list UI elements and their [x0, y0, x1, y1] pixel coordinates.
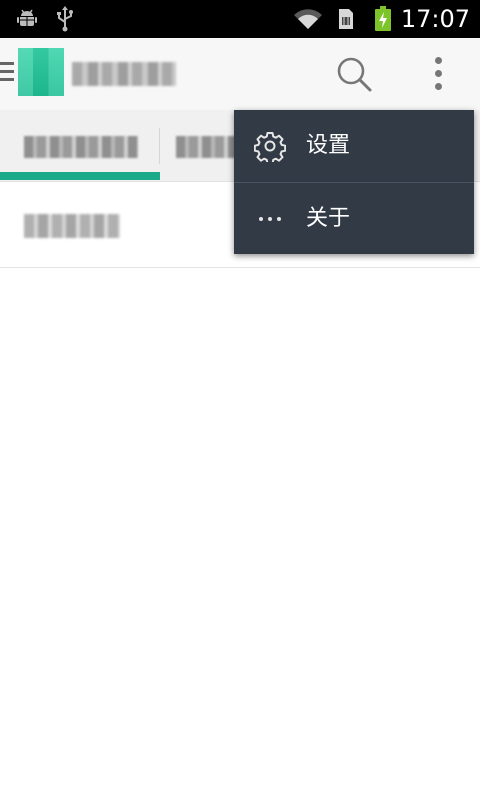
menu-item-about[interactable]: 关于 [234, 183, 474, 255]
menu-item-settings[interactable]: 设置 [234, 110, 474, 182]
overflow-menu: 设置 关于 [234, 110, 474, 254]
usb-icon [54, 0, 76, 38]
status-time: 17:07 [400, 5, 470, 33]
menu-icon[interactable] [0, 62, 14, 86]
tab-indicator [0, 172, 160, 180]
gear-icon [254, 130, 286, 162]
tab-label [176, 136, 236, 158]
more-horiz-icon [254, 203, 286, 235]
search-button[interactable] [334, 54, 374, 94]
tab-label [24, 136, 138, 158]
wifi-icon [292, 0, 324, 38]
app-logo[interactable] [18, 48, 64, 96]
app-bar [0, 38, 480, 110]
android-debug-icon [14, 0, 40, 38]
more-vert-icon[interactable] [424, 54, 452, 94]
battery-charging-icon [372, 0, 394, 38]
sim-card-icon [336, 0, 356, 38]
status-bar: 17:07 [0, 0, 480, 38]
search-icon [337, 57, 372, 92]
list-item-title [24, 214, 120, 238]
menu-item-label: 关于 [306, 206, 351, 231]
app-title [72, 62, 176, 86]
menu-item-label: 设置 [306, 133, 351, 158]
